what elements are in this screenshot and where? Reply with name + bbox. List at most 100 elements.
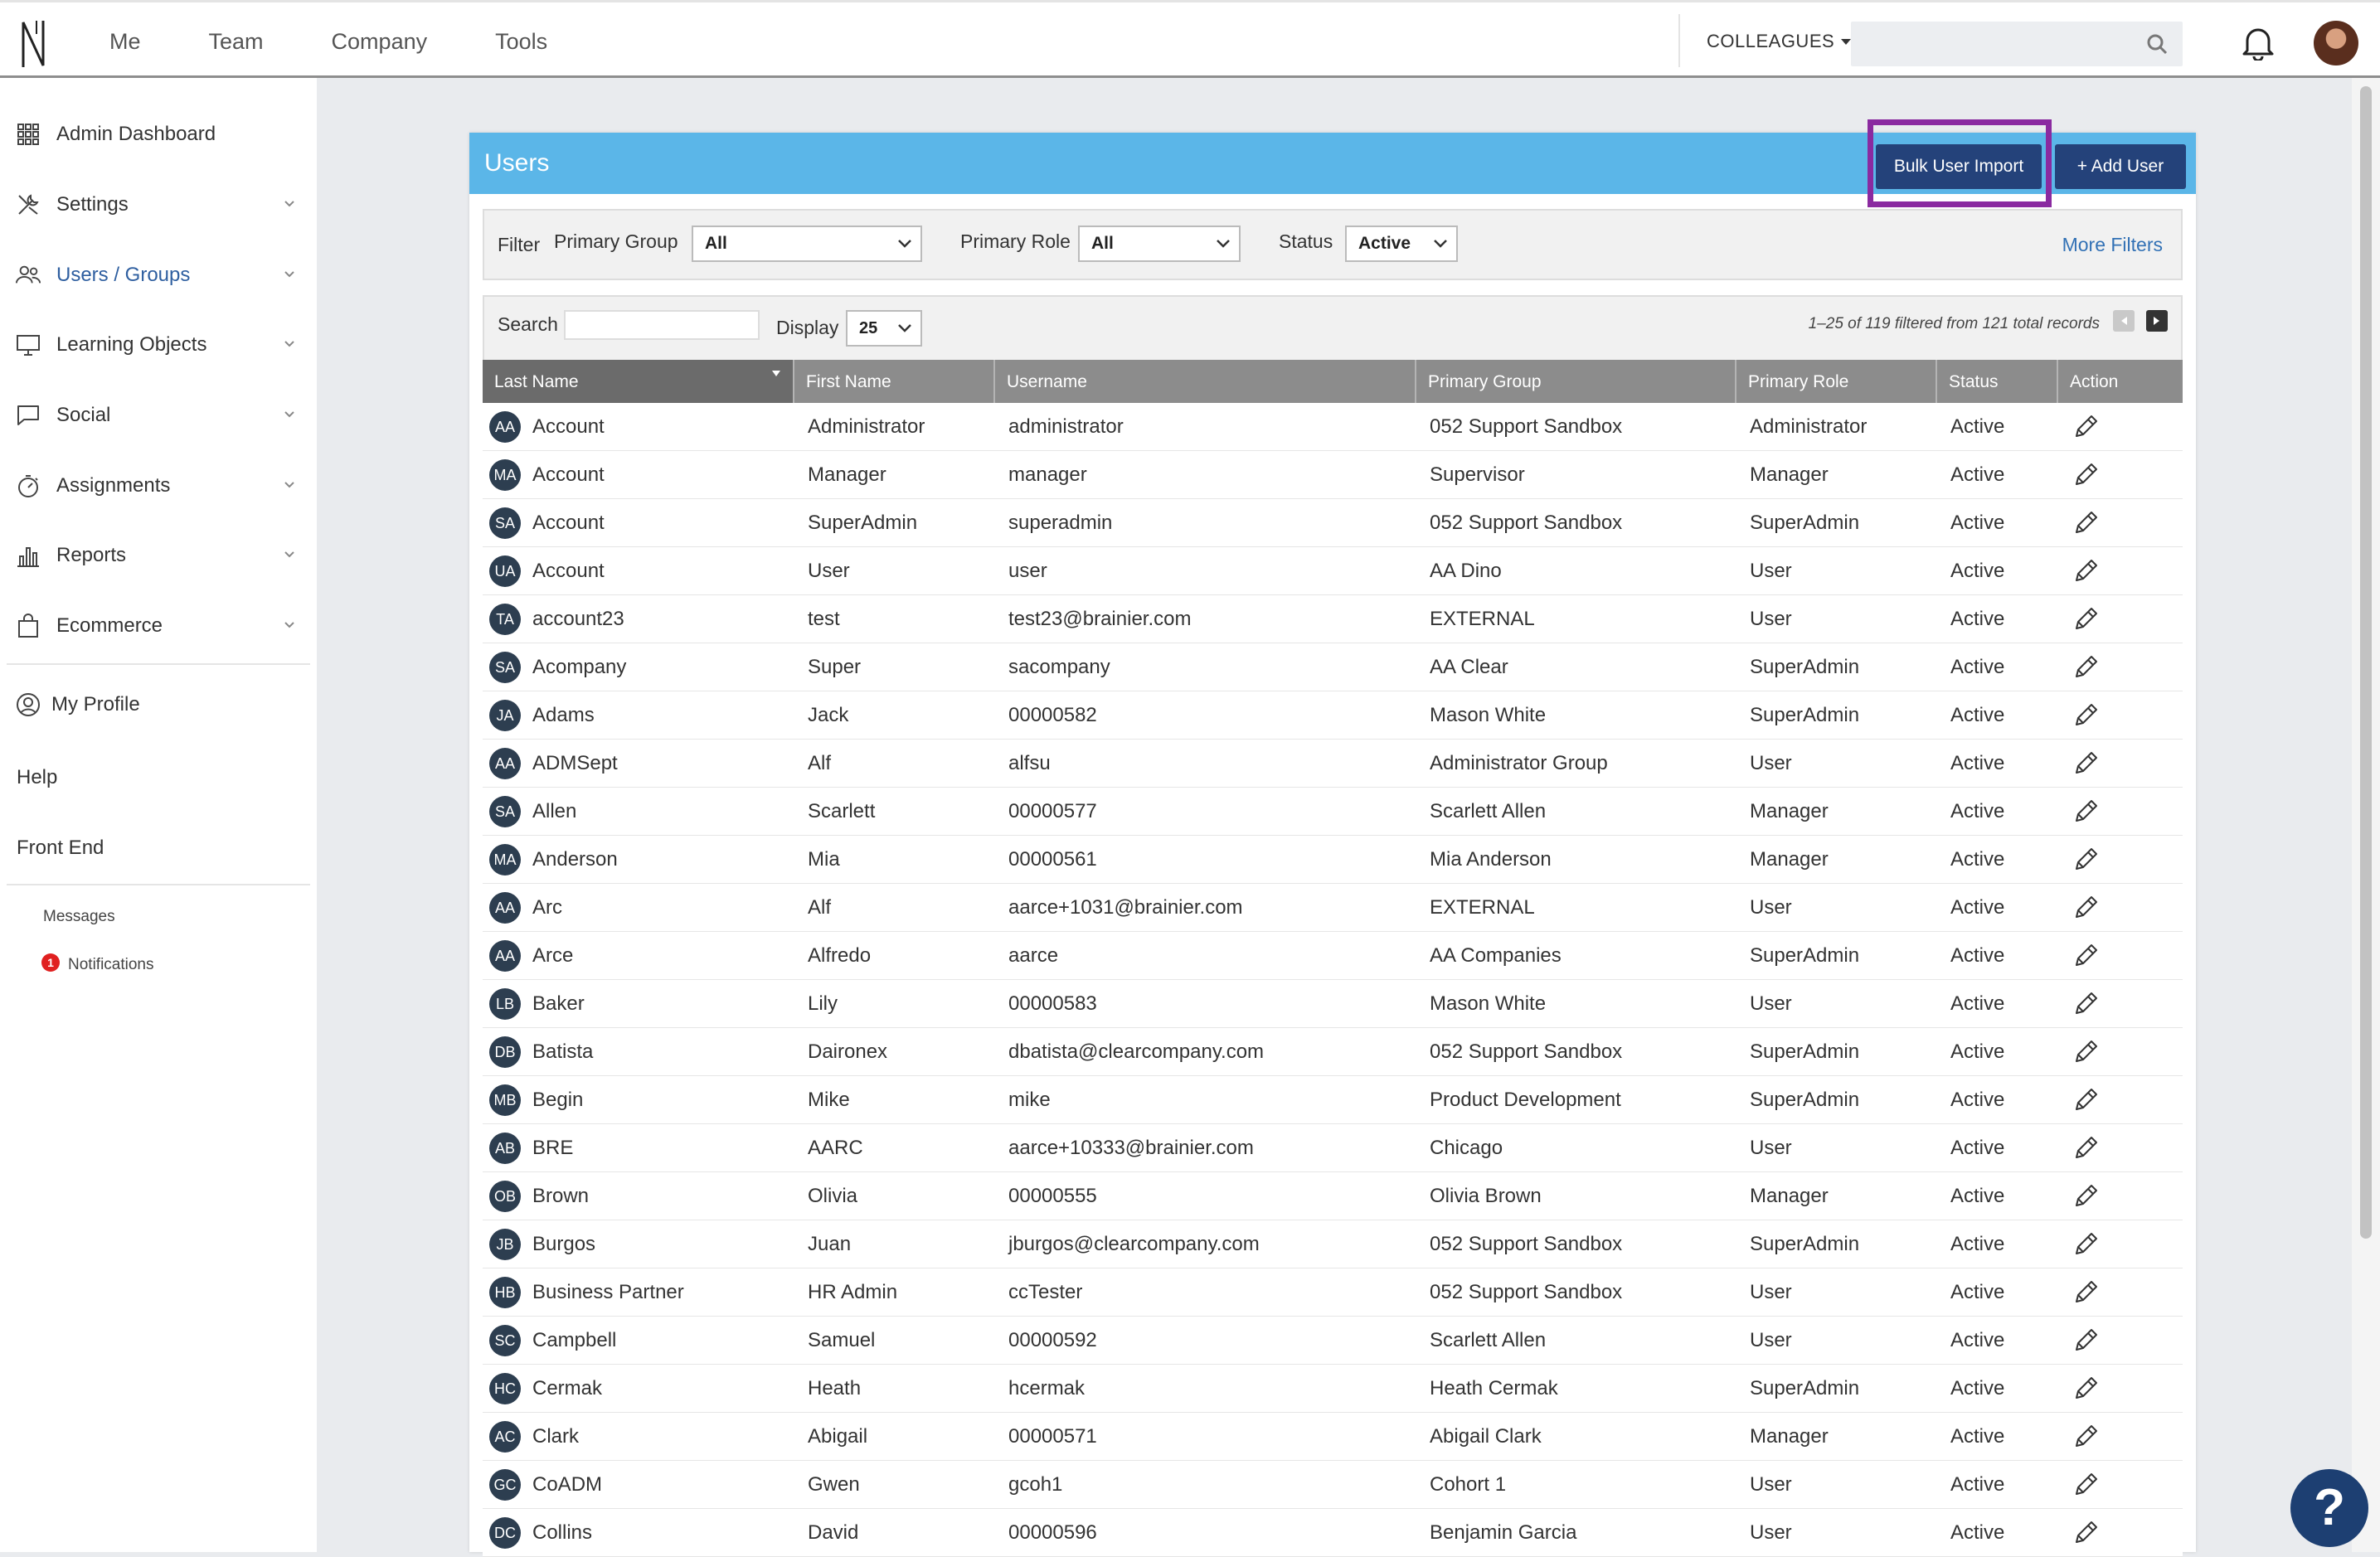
colleagues-dropdown[interactable]: COLLEAGUES	[1707, 2, 1852, 80]
cell-username: 00000592	[1008, 1328, 1097, 1351]
edit-pencil-icon[interactable]	[2072, 1471, 2100, 1499]
edit-pencil-icon[interactable]	[2072, 749, 2100, 778]
edit-pencil-icon[interactable]	[2072, 653, 2100, 681]
sidebar-item-assignments[interactable]: Assignments	[15, 469, 302, 502]
nav-tools[interactable]: Tools	[495, 29, 547, 55]
edit-pencil-icon[interactable]	[2072, 1278, 2100, 1307]
scrollbar-thumb[interactable]	[2360, 86, 2372, 1239]
table-row[interactable]: DB Batista Daironex dbatista@clearcompany.c…	[483, 1028, 2183, 1076]
global-search-input[interactable]	[1851, 22, 2138, 68]
sidebar-item-help[interactable]: Help	[17, 766, 57, 789]
status-select[interactable]: Active	[1345, 226, 1458, 262]
sidebar-item-social[interactable]: Social	[15, 399, 302, 432]
table-row[interactable]: OB Brown Olivia 00000555 Olivia Brown Manager…	[483, 1172, 2183, 1220]
search-icon[interactable]	[2146, 33, 2168, 55]
next-page-button[interactable]	[2146, 310, 2168, 332]
edit-pencil-icon[interactable]	[2072, 701, 2100, 730]
table-search-input[interactable]	[564, 310, 760, 340]
cell-action	[2058, 990, 2183, 1018]
cell-username: aarce+10333@brainier.com	[1008, 1136, 1254, 1159]
page-scrollbar[interactable]	[2352, 78, 2380, 1552]
edit-pencil-icon[interactable]	[2072, 798, 2100, 826]
table-row[interactable]: HB Business Partner HR Admin ccTester 052 Su…	[483, 1268, 2183, 1317]
column-username[interactable]: Username	[995, 360, 1416, 403]
cell-first-name: AARC	[808, 1136, 863, 1159]
table-row[interactable]: SA Acompany Super sacompany AA Clear SuperAdm…	[483, 643, 2183, 691]
table-row[interactable]: SA Account SuperAdmin superadmin 052 Support…	[483, 499, 2183, 547]
edit-pencil-icon[interactable]	[2072, 894, 2100, 922]
sidebar-item-notifications[interactable]: Notifications	[68, 956, 154, 974]
table-row[interactable]: AC Clark Abigail 00000571 Abigail Clark Manag…	[483, 1413, 2183, 1461]
table-row[interactable]: MB Begin Mike mike Product Development SuperA…	[483, 1076, 2183, 1124]
edit-pencil-icon[interactable]	[2072, 1519, 2100, 1547]
edit-pencil-icon[interactable]	[2072, 1086, 2100, 1114]
primary-group-select[interactable]: All	[692, 226, 922, 262]
sidebar-item-reports[interactable]: Reports	[15, 539, 302, 572]
table-row[interactable]: GC CoADM Gwen gcoh1 Cohort 1 User Active	[483, 1461, 2183, 1509]
sidebar-item-messages[interactable]: Messages	[43, 908, 115, 926]
edit-pencil-icon[interactable]	[2072, 1134, 2100, 1162]
help-button[interactable]: ?	[2290, 1469, 2368, 1547]
display-count-select[interactable]: 25	[846, 310, 922, 347]
edit-pencil-icon[interactable]	[2072, 509, 2100, 537]
table-row[interactable]: AA Account Administrator administrator 052 S…	[483, 403, 2183, 451]
cell-primary-group: Chicago	[1430, 1136, 1503, 1159]
brand-logo-icon[interactable]	[18, 17, 51, 70]
edit-pencil-icon[interactable]	[2072, 846, 2100, 874]
edit-pencil-icon[interactable]	[2072, 605, 2100, 633]
edit-pencil-icon[interactable]	[2072, 1182, 2100, 1210]
table-row[interactable]: TA account23 test test23@brainier.com EXTERN…	[483, 595, 2183, 643]
table-row[interactable]: UA Account User user AA Dino User Active	[483, 547, 2183, 595]
table-row[interactable]: JA Adams Jack 00000582 Mason White SuperAdmin…	[483, 691, 2183, 740]
sidebar-item-learning-objects[interactable]: Learning Objects	[15, 328, 302, 361]
avatar: MA	[489, 458, 521, 491]
column-primary-role[interactable]: Primary Role	[1736, 360, 1937, 403]
table-row[interactable]: AA Arc Alf aarce+1031@brainier.com EXTERNAL U…	[483, 884, 2183, 932]
edit-pencil-icon[interactable]	[2072, 461, 2100, 489]
table-row[interactable]: DC Collins David 00000596 Benjamin Garcia Use…	[483, 1509, 2183, 1557]
table-row[interactable]: AA ADMSept Alf alfsu Administrator Group User…	[483, 740, 2183, 788]
cell-last-name: AA Arc	[483, 891, 794, 924]
table-row[interactable]: MA Anderson Mia 00000561 Mia Anderson Manager…	[483, 836, 2183, 884]
nav-team[interactable]: Team	[209, 29, 264, 55]
edit-pencil-icon[interactable]	[2072, 1423, 2100, 1451]
add-user-button[interactable]: + Add User	[2055, 144, 2186, 189]
more-filters-link[interactable]: More Filters	[2062, 234, 2163, 256]
edit-pencil-icon[interactable]	[2072, 557, 2100, 585]
nav-me[interactable]: Me	[109, 29, 141, 55]
table-row[interactable]: MA Account Manager manager Supervisor Manager…	[483, 451, 2183, 499]
table-row[interactable]: AB BRE AARC aarce+10333@brainier.com Chicago…	[483, 1124, 2183, 1172]
table-row[interactable]: JB Burgos Juan jburgos@clearcompany.com 052 …	[483, 1220, 2183, 1268]
column-last-name[interactable]: Last Name	[483, 360, 794, 403]
edit-pencil-icon[interactable]	[2072, 1038, 2100, 1066]
cell-last-name: AA Arce	[483, 939, 794, 972]
bell-icon[interactable]	[2241, 24, 2276, 61]
nav-company[interactable]: Company	[332, 29, 428, 55]
edit-pencil-icon[interactable]	[2072, 413, 2100, 441]
sidebar-item-front-end[interactable]: Front End	[17, 837, 104, 860]
prev-page-button[interactable]	[2113, 310, 2135, 332]
sidebar-item-admin-dashboard[interactable]: Admin Dashboard	[15, 118, 302, 151]
table-row[interactable]: LB Baker Lily 00000583 Mason White User Active	[483, 980, 2183, 1028]
column-first-name[interactable]: First Name	[794, 360, 995, 403]
sidebar-item-my-profile[interactable]: My Profile	[15, 688, 302, 721]
table-row[interactable]: HC Cermak Heath hcermak Heath Cermak SuperAdm…	[483, 1365, 2183, 1413]
edit-pencil-icon[interactable]	[2072, 1230, 2100, 1259]
edit-pencil-icon[interactable]	[2072, 942, 2100, 970]
table-row[interactable]: AA Arce Alfredo aarce AA Companies SuperAdmin…	[483, 932, 2183, 980]
column-primary-group[interactable]: Primary Group	[1416, 360, 1736, 403]
table-row[interactable]: SC Campbell Samuel 00000592 Scarlett Allen Us…	[483, 1317, 2183, 1365]
table-row[interactable]: SA Allen Scarlett 00000577 Scarlett Allen Man…	[483, 788, 2183, 836]
edit-pencil-icon[interactable]	[2072, 990, 2100, 1018]
sidebar-item-ecommerce[interactable]: Ecommerce	[15, 609, 302, 643]
primary-role-select[interactable]: All	[1078, 226, 1241, 262]
edit-pencil-icon[interactable]	[2072, 1375, 2100, 1403]
cell-last-name: SA Allen	[483, 795, 794, 827]
column-status[interactable]: Status	[1937, 360, 2058, 403]
sidebar-item-settings[interactable]: Settings	[15, 188, 302, 221]
edit-pencil-icon[interactable]	[2072, 1327, 2100, 1355]
sidebar-item-users-groups[interactable]: Users / Groups	[15, 259, 302, 292]
cell-username: 00000561	[1008, 847, 1097, 871]
cell-last-name: MB Begin	[483, 1084, 794, 1116]
user-avatar[interactable]	[2314, 21, 2358, 65]
